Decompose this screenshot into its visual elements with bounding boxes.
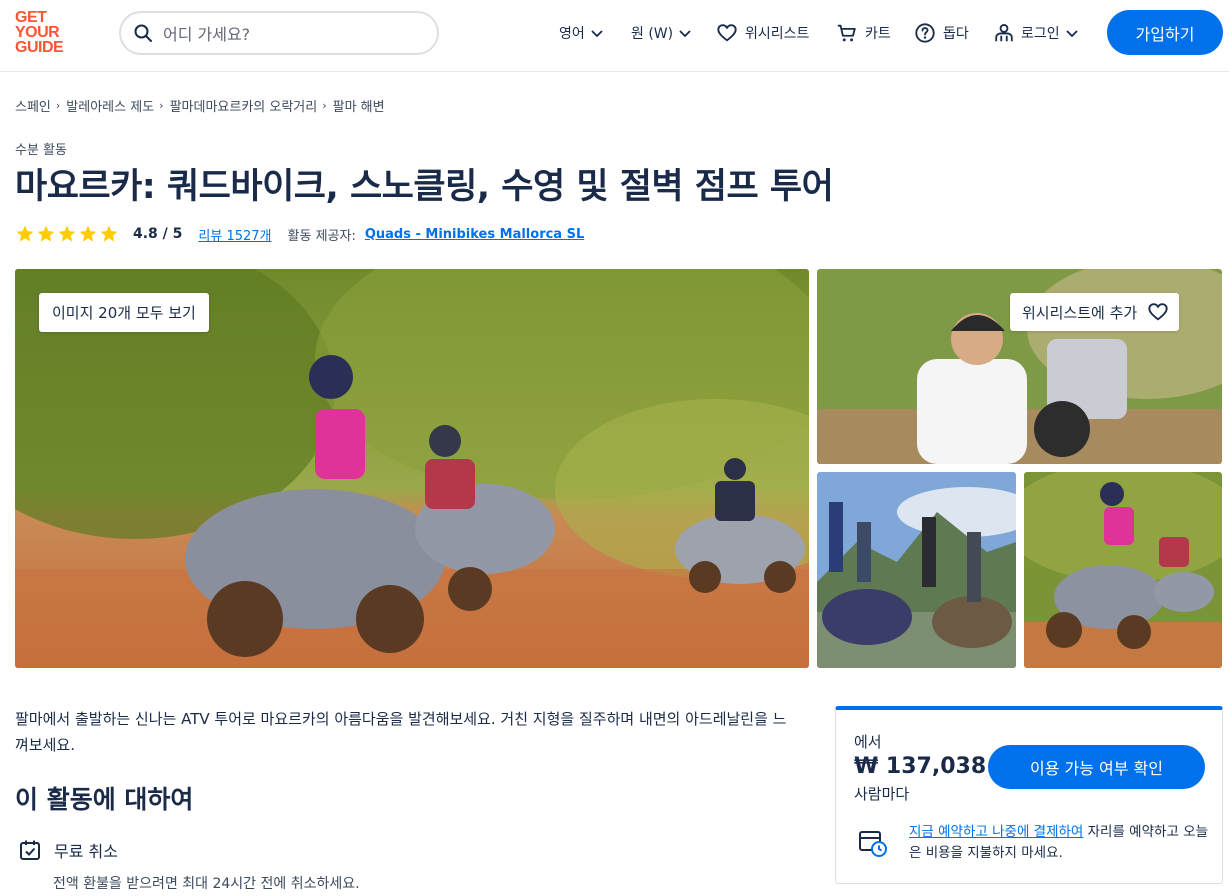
star-rating bbox=[15, 224, 119, 244]
add-to-wishlist-button[interactable]: 위시리스트에 추가 bbox=[1010, 293, 1180, 331]
search-placeholder: 어디 가세요? bbox=[163, 25, 251, 44]
feature-subtitle: 전액 환불을 받으려면 최대 24시간 전에 취소하세요. bbox=[53, 876, 360, 892]
feature-free-cancellation: 무료 취소 bbox=[18, 838, 118, 862]
chevron-down-icon bbox=[679, 30, 691, 38]
currency-selector[interactable]: 원 (W) bbox=[631, 22, 693, 44]
cart-link[interactable]: 카트 bbox=[836, 22, 891, 44]
wishlist-link[interactable]: 위시리스트 bbox=[716, 22, 809, 44]
about-heading: 이 활동에 대하여 bbox=[15, 785, 194, 814]
help-label: 돕다 bbox=[943, 26, 969, 42]
price-per-label: 사람마다 bbox=[854, 785, 910, 803]
user-icon bbox=[995, 24, 1013, 42]
calendar-check-icon bbox=[20, 840, 40, 860]
chevron-right-icon: › bbox=[55, 99, 61, 112]
login-label: 로그인 bbox=[1021, 26, 1060, 42]
star-icon bbox=[79, 225, 97, 242]
logo-line-2: YOUR bbox=[15, 24, 60, 41]
feature-title: 무료 취소 bbox=[54, 842, 118, 861]
reserve-now-pay-later-link[interactable]: 지금 예약하고 나중에 결제하여 bbox=[909, 824, 1083, 840]
photo-quad-riders-2[interactable] bbox=[1024, 472, 1222, 668]
help-icon bbox=[915, 23, 935, 43]
breadcrumb-item-spain[interactable]: 스페인 bbox=[15, 96, 51, 115]
activity-category: 수분 활동 bbox=[15, 143, 67, 158]
reserve-now-pay-later-text: 지금 예약하고 나중에 결제하여 자리를 예약하고 오늘은 비용을 지불하지 마… bbox=[909, 822, 1209, 864]
heart-icon bbox=[1148, 303, 1168, 321]
breadcrumb-item-palma-beach[interactable]: 팔마 해변 bbox=[333, 96, 385, 115]
chevron-down-icon bbox=[1066, 30, 1078, 38]
language-selector[interactable]: 영어 bbox=[559, 22, 605, 44]
reviews-link[interactable]: 리뷰 1527개 bbox=[198, 225, 271, 244]
add-to-wishlist-label: 위시리스트에 추가 bbox=[1022, 303, 1138, 322]
getyourguide-logo[interactable]: GET YOUR GUIDE bbox=[15, 10, 75, 58]
provider-label: 활동 제공자: bbox=[287, 228, 356, 244]
currency-label: 원 (W) bbox=[631, 26, 674, 42]
rating-value: 4.8 / 5 bbox=[133, 226, 183, 242]
price-from-label: 에서 bbox=[854, 733, 882, 751]
price-value: ₩ 137,038 bbox=[854, 754, 987, 779]
star-icon bbox=[16, 225, 34, 242]
heart-icon bbox=[717, 24, 737, 42]
check-availability-button[interactable]: 이용 가능 여부 확인 bbox=[988, 745, 1205, 789]
booking-panel: 에서 ₩ 137,038 사람마다 이용 가능 여부 확인 지금 예약하고 나중… bbox=[835, 706, 1223, 884]
login-menu[interactable]: 로그인 bbox=[993, 22, 1080, 44]
wishlist-label: 위시리스트 bbox=[745, 26, 810, 42]
activity-description: 팔마에서 출발하는 신나는 ATV 투어로 마요르카의 아름다움을 발견해보세요… bbox=[15, 710, 787, 754]
breadcrumb-item-palma-things[interactable]: 팔마데마요르카의 오락거리 bbox=[170, 96, 318, 115]
logo-line-1: GET bbox=[15, 9, 47, 26]
provider-link[interactable]: Quads - Minibikes Mallorca SL bbox=[365, 227, 584, 242]
star-icon bbox=[37, 225, 55, 242]
top-header: GET YOUR GUIDE 어디 가세요? 영어 원 (W) 위시리스트 카트… bbox=[0, 0, 1229, 72]
logo-line-3: GUIDE bbox=[15, 39, 64, 56]
star-icon bbox=[58, 225, 76, 242]
calendar-clock-icon bbox=[859, 831, 887, 857]
star-icon bbox=[100, 225, 118, 242]
chevron-right-icon: › bbox=[322, 99, 327, 112]
chevron-down-icon bbox=[591, 30, 603, 38]
cart-label: 카트 bbox=[865, 26, 891, 42]
signup-button[interactable]: 가입하기 bbox=[1107, 10, 1223, 55]
help-link[interactable]: 돕다 bbox=[914, 22, 969, 44]
search-icon bbox=[134, 24, 152, 42]
view-all-images-button[interactable]: 이미지 20개 모두 보기 bbox=[39, 293, 209, 332]
page-title: 마요르카: 쿼드바이크, 스노클링, 수영 및 절벽 점프 투어 bbox=[15, 167, 834, 207]
breadcrumb-item-balearic[interactable]: 발레아레스 제도 bbox=[66, 96, 154, 115]
rating-row: 4.8 / 5 리뷰 1527개 활동 제공자: Quads - Minibik… bbox=[15, 222, 584, 246]
photo-group-mountain[interactable] bbox=[817, 472, 1016, 668]
language-label: 영어 bbox=[559, 26, 585, 42]
chevron-right-icon: › bbox=[159, 99, 164, 112]
breadcrumb: 스페인 › 발레아레스 제도 › 팔마데마요르카의 오락거리 › 팔마 해변 bbox=[15, 96, 385, 115]
cart-icon bbox=[837, 24, 856, 42]
search-input[interactable]: 어디 가세요? bbox=[119, 11, 439, 55]
